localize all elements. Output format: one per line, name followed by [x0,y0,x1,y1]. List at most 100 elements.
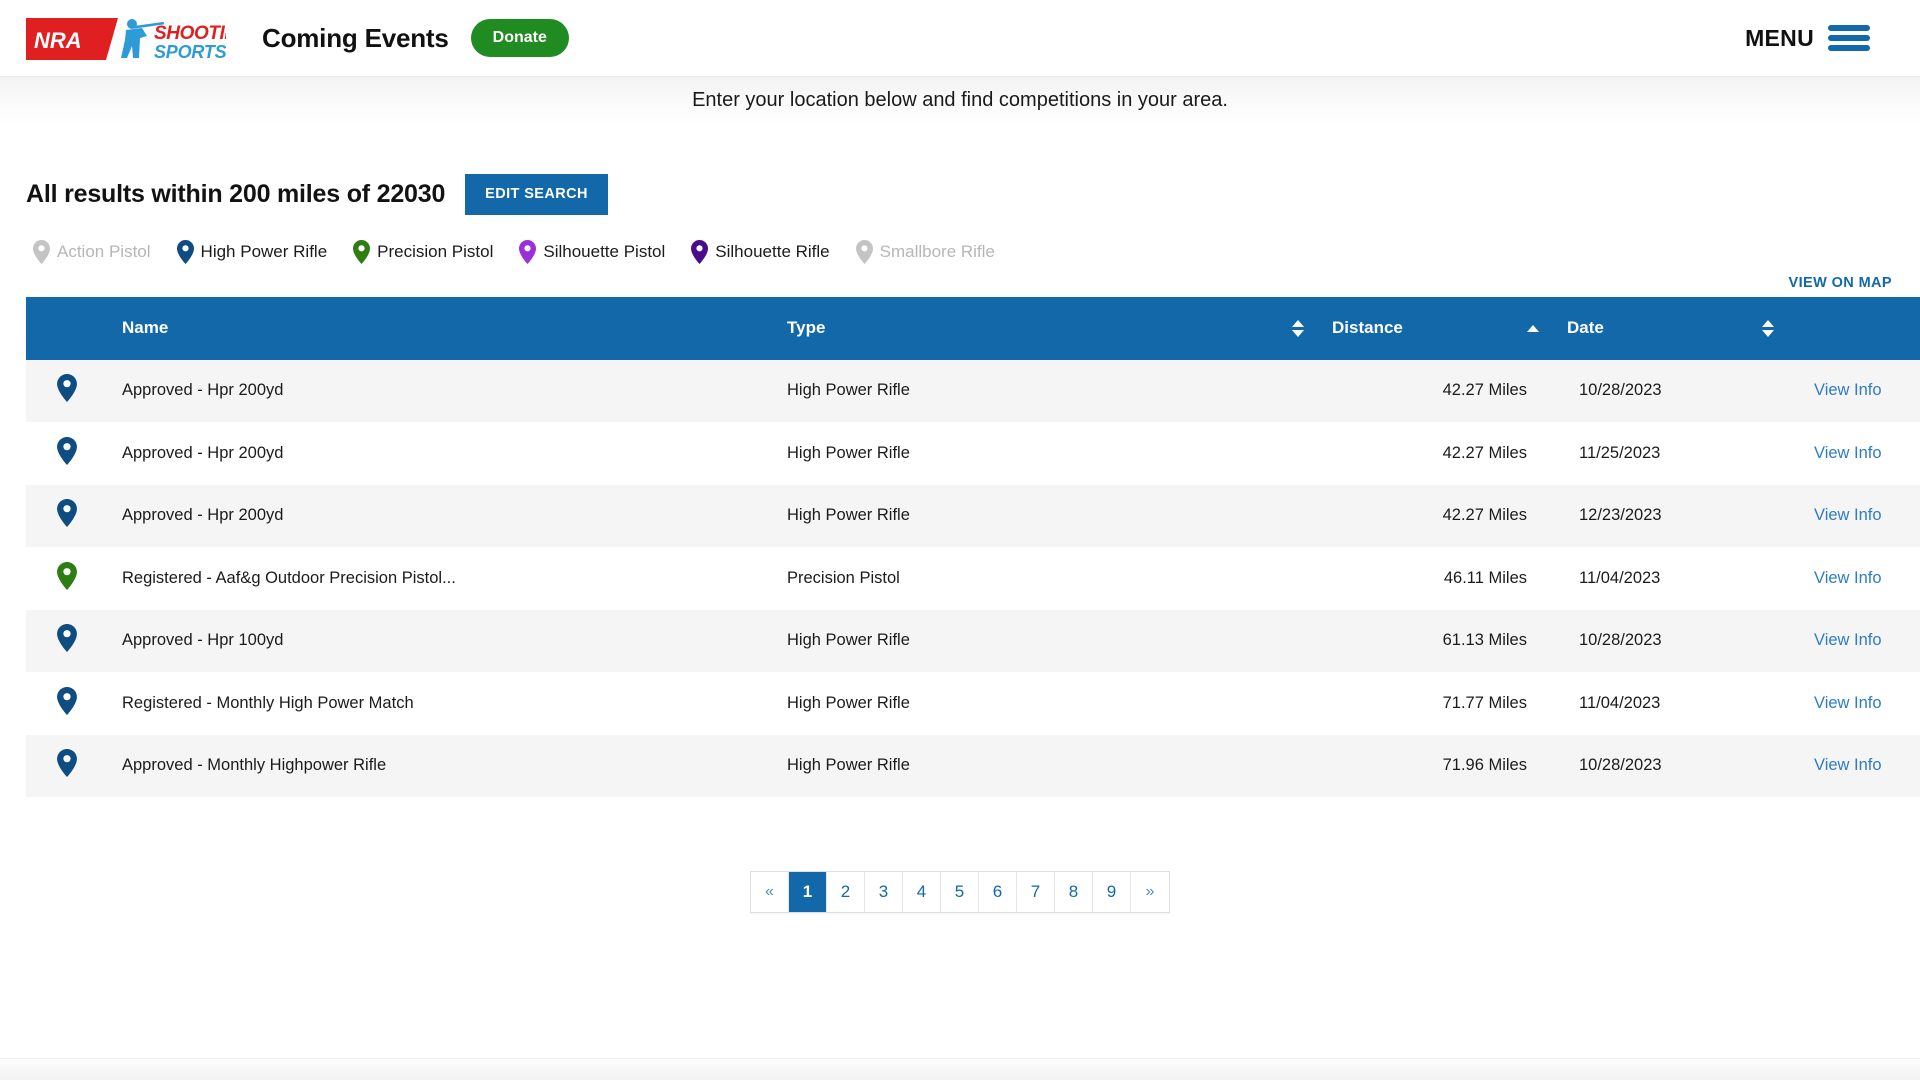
pagination-page-3[interactable]: 3 [865,872,903,912]
row-action-cell: View Info [1788,422,1920,485]
hamburger-icon[interactable] [1828,23,1870,53]
pagination-page-7[interactable]: 7 [1017,872,1055,912]
svg-text:SHOOTING: SHOOTING [154,23,226,44]
view-info-link[interactable]: View Info [1814,694,1882,712]
pagination-page-9[interactable]: 9 [1093,872,1131,912]
view-on-map-row: VIEW ON MAP [26,275,1894,291]
map-pin-icon [176,239,194,264]
table-body: Approved - Hpr 200yd High Power Rifle 42.2… [26,359,1920,798]
svg-text:NRA: NRA [34,28,82,53]
distance-sort-control[interactable]: Distance [1332,318,1539,338]
table-row[interactable]: Approved - Hpr 100yd High Power Rifle 61.1… [26,609,1920,673]
logo-icon: NRA SHOOTING SPORTS USA [26,18,226,62]
legend-item-precision-pistol[interactable]: Precision Pistol [353,239,494,264]
row-action-cell: View Info [1788,360,1920,423]
row-distance: 71.77 Miles [1442,693,1527,712]
column-header-date[interactable]: Date [1553,297,1788,360]
column-label-date: Date [1567,318,1604,337]
menu-toggle[interactable]: MENU [1745,23,1894,53]
pagination-page-8[interactable]: 8 [1055,872,1093,912]
column-header-name[interactable]: Name [108,297,773,360]
row-event-name: Approved - Hpr 100yd [122,631,284,650]
table-row[interactable]: Approved - Hpr 200yd High Power Rifle 42.2… [26,359,1920,423]
legend-label: Silhouette Rifle [715,241,830,261]
legend-label: Precision Pistol [377,241,494,261]
map-pin-icon [33,239,50,264]
row-event-type: Precision Pistol [787,568,900,587]
pagination-page-2[interactable]: 2 [827,872,865,912]
map-pin-icon [57,686,77,715]
pagination-page-5[interactable]: 5 [941,872,979,912]
view-info-link[interactable]: View Info [1814,381,1882,399]
row-action-cell: View Info [1788,547,1920,610]
pagination-next[interactable]: » [1131,872,1169,912]
column-label-type: Type [787,318,826,337]
map-pin-icon [353,239,371,264]
row-distance: 42.27 Miles [1442,506,1527,525]
row-event-type: High Power Rifle [787,506,910,525]
view-info-link[interactable]: View Info [1814,444,1882,462]
legend-item-smallbore-rifle[interactable]: Smallbore Rifle [855,239,995,264]
row-event-type: High Power Rifle [787,631,910,650]
legend-item-high-power-rifle[interactable]: High Power Rifle [176,239,327,264]
legend-item-silhouette-pistol[interactable]: Silhouette Pistol [519,239,665,264]
column-header-type[interactable]: Type [773,297,1318,360]
row-distance: 71.96 Miles [1442,756,1527,775]
row-pin-cell [26,735,108,798]
row-action-cell: View Info [1788,485,1920,548]
pagination-page-6[interactable]: 6 [979,872,1017,912]
row-date: 11/04/2023 [1579,568,1661,587]
view-on-map-link[interactable]: VIEW ON MAP [1789,275,1893,291]
column-header-distance[interactable]: Distance [1318,297,1553,360]
page-title: Coming Events [262,22,449,53]
row-date: 10/28/2023 [1579,631,1662,650]
pagination[interactable]: «1 2 3 4 5 6 7 8 9» [750,871,1170,913]
row-date: 10/28/2023 [1579,756,1662,775]
row-event-type: High Power Rifle [787,756,910,775]
legend-item-silhouette-rifle[interactable]: Silhouette Rifle [691,239,830,264]
map-pin-icon [691,239,709,264]
column-label-distance: Distance [1332,318,1403,337]
edit-search-button[interactable]: EDIT SEARCH [465,174,608,215]
view-info-link[interactable]: View Info [1814,756,1882,774]
nra-shooting-sports-logo[interactable]: NRA SHOOTING SPORTS USA [26,11,226,65]
row-event-name: Registered - Aaf&g Outdoor Precision Pis… [122,568,456,587]
donate-button[interactable]: Donate [470,19,569,57]
legend-label: Action Pistol [57,241,151,261]
row-date: 11/04/2023 [1579,693,1661,712]
table-row[interactable]: Approved - Hpr 200yd High Power Rifle 42.2… [26,422,1920,485]
table-row[interactable]: Registered - Monthly High Power Match Hig… [26,672,1920,735]
view-info-link[interactable]: View Info [1814,631,1882,649]
view-info-link[interactable]: View Info [1814,569,1882,587]
row-action-cell: View Info [1788,672,1920,735]
table-head: Name Type Distance Date [26,296,1920,360]
sort-both-icon[interactable] [1762,319,1774,337]
row-event-type: High Power Rifle [787,381,910,400]
view-info-link[interactable]: View Info [1814,506,1882,524]
column-header-pin [26,297,108,360]
sort-both-icon[interactable] [1292,319,1304,337]
row-date: 10/28/2023 [1579,381,1662,400]
column-header-action [1788,297,1920,360]
row-pin-cell [26,610,108,673]
row-pin-cell [26,422,108,485]
row-distance: 42.27 Miles [1442,381,1527,400]
row-event-name: Approved - Hpr 200yd [122,506,284,525]
table-row[interactable]: Approved - Monthly Highpower Rifle High P… [26,734,1920,798]
legend-item-action-pistol[interactable]: Action Pistol [33,239,151,264]
pagination-prev[interactable]: « [751,872,789,912]
date-sort-control[interactable]: Date [1567,318,1774,338]
svg-text:SPORTS USA: SPORTS USA [154,42,226,62]
sort-ascending-icon[interactable] [1527,324,1539,332]
row-pin-cell [26,360,108,423]
row-event-name: Approved - Monthly Highpower Rifle [122,756,387,775]
type-sort-control[interactable]: Type [787,318,1304,338]
table-row[interactable]: Approved - Hpr 200yd High Power Rifle 42.2… [26,484,1920,548]
menu-label: MENU [1745,24,1814,51]
table-header-row: Name Type Distance Date [26,296,1920,360]
map-pin-icon [57,749,77,778]
pagination-page-1[interactable]: 1 [789,872,827,912]
map-pin-icon [57,561,77,590]
table-row[interactable]: Registered - Aaf&g Outdoor Precision Pis… [26,547,1920,610]
pagination-page-4[interactable]: 4 [903,872,941,912]
